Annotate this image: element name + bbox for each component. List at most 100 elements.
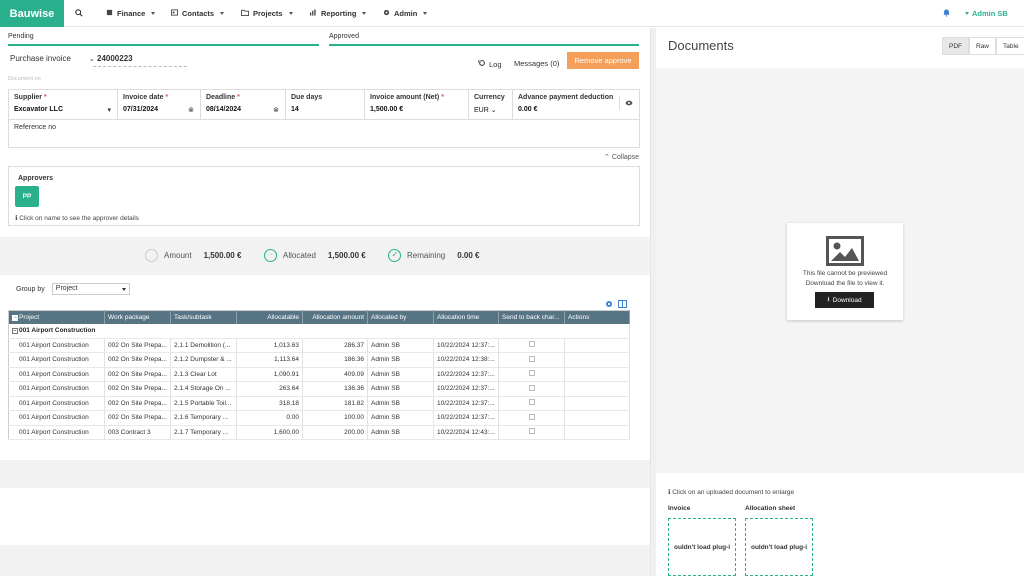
cell-project: 001 Airport Construction [8, 425, 105, 440]
nav-reporting-label: Reporting [321, 9, 357, 18]
cell-send-back [498, 410, 565, 426]
remove-approve-button[interactable]: Remove approve [567, 52, 639, 69]
col-task[interactable]: Task/subtask [170, 310, 237, 324]
send-back-checkbox[interactable] [528, 413, 535, 420]
cell-project: 001 Airport Construction [8, 352, 105, 368]
cell-project: 001 Airport Construction [8, 367, 105, 382]
chevron-down-icon [362, 12, 367, 15]
nav-projects[interactable]: Projects [241, 9, 293, 18]
table-row[interactable]: 001 Airport Construction 002 On Site Prep… [8, 410, 630, 426]
status-pending[interactable]: Pending [8, 33, 34, 40]
nav-contacts[interactable]: Contacts [171, 9, 225, 18]
reference-no-field[interactable]: Reference no [14, 124, 56, 131]
eye-icon[interactable] [619, 96, 637, 110]
invoice-number-underline [93, 66, 187, 67]
collapse-button[interactable]: ⌃ Collapse [604, 153, 639, 161]
download-label: Download [832, 296, 862, 304]
supplier-field[interactable]: Supplier * Excavator LLC ▾ [9, 90, 118, 120]
table-row[interactable]: 001 Airport Construction 003 Contract 3 2.… [8, 425, 630, 440]
columns-icon[interactable] [618, 300, 627, 310]
folder-icon [241, 9, 249, 18]
info-icon: ℹ [668, 489, 671, 496]
cell-allocation-time: 10/22/2024 12:37:... [433, 381, 499, 397]
send-back-checkbox[interactable] [528, 370, 535, 377]
col-actions[interactable]: Actions [564, 310, 630, 324]
collapse-group-icon[interactable]: − [12, 314, 18, 321]
gear-icon[interactable] [605, 300, 613, 310]
nav-reporting[interactable]: Reporting [309, 9, 367, 18]
col-project[interactable]: − Project [8, 310, 105, 324]
group-row[interactable]: −001 Airport Construction [8, 323, 630, 339]
send-back-checkbox[interactable] [528, 341, 535, 348]
document-type-select[interactable]: Purchase invoice ⌄ [10, 54, 95, 63]
col-work-package[interactable]: Work package [104, 310, 171, 324]
table-row[interactable]: 001 Airport Construction 002 On Site Prep… [8, 396, 630, 411]
due-days-field[interactable]: Due days 14 [286, 90, 365, 120]
cell-allocation-amount: 181.82 [302, 396, 368, 411]
status-approved[interactable]: Approved [329, 33, 359, 40]
log-button[interactable]: Log [478, 59, 502, 69]
search-icon[interactable] [75, 9, 83, 19]
user-menu[interactable]: Admin SB [963, 9, 1008, 18]
deadline-label: Deadline [206, 94, 236, 101]
col-send-back[interactable]: Send to back char... [498, 310, 565, 324]
cell-allocated-by: Admin SB [367, 425, 434, 440]
collapse-group-icon[interactable]: − [12, 328, 18, 334]
cell-work-package: 002 On Site Prepa... [104, 338, 171, 353]
send-back-checkbox[interactable] [528, 399, 535, 406]
cell-task: 2.1.7 Temporary ... [170, 425, 237, 440]
col-allocation-time[interactable]: Allocation time [433, 310, 499, 324]
file-preview-card: This file cannot be previewed Download t… [787, 223, 903, 320]
brand-logo[interactable]: Bauwise [0, 0, 64, 27]
calendar-icon[interactable]: ⊗ [273, 106, 279, 114]
view-pdf-button[interactable]: PDF [942, 37, 969, 55]
invoice-date-field[interactable]: Invoice date * 07/31/2024 ⊗ [118, 90, 201, 120]
view-raw-button[interactable]: Raw [969, 37, 997, 55]
view-mode-toggle: PDF Raw Table [942, 37, 1024, 55]
messages-button[interactable]: Messages (0) [514, 59, 559, 68]
invoice-amount-value: 1,500.00 € [370, 106, 404, 113]
col-allocated-by[interactable]: Allocated by [367, 310, 434, 324]
nav-finance[interactable]: Finance [106, 9, 156, 18]
cell-task: 2.1.4 Storage On ... [170, 381, 237, 397]
thumb-invoice[interactable]: ouldn't load plug-i [668, 518, 736, 576]
cell-allocation-amount: 100.00 [302, 410, 368, 426]
cell-actions [564, 367, 630, 382]
table-row[interactable]: 001 Airport Construction 002 On Site Prep… [8, 367, 630, 382]
history-icon [478, 59, 486, 69]
calendar-icon[interactable]: ⊗ [188, 106, 194, 114]
summary-allocated-label: Allocated [283, 251, 316, 260]
send-back-checkbox[interactable] [528, 428, 535, 435]
download-button[interactable]: ⭳ Download [815, 292, 874, 308]
send-back-checkbox[interactable] [528, 384, 535, 391]
col-allocation-amount[interactable]: Allocation amount [302, 310, 368, 324]
nav-admin[interactable]: Admin [383, 9, 428, 18]
view-table-button[interactable]: Table [996, 37, 1024, 55]
status-pending-bar [8, 44, 319, 46]
invoice-amount-field[interactable]: Invoice amount (Net) * 1,500.00 € [365, 90, 469, 120]
advance-payment-field[interactable]: Advance payment deduction 0.00 € [513, 90, 639, 120]
col-allocatable[interactable]: Allocatable [236, 310, 303, 324]
required-mark: * [237, 94, 240, 101]
documents-header: Documents PDF Raw Table [656, 28, 1024, 68]
cell-allocation-time: 10/22/2024 12:37:... [433, 396, 499, 411]
bell-icon[interactable] [943, 9, 950, 19]
thumb-allocation-sheet[interactable]: ouldn't load plug-i [745, 518, 813, 576]
supplier-value: Excavator LLC [14, 106, 64, 113]
invoice-form: Supplier * Excavator LLC ▾ Invoice date … [8, 89, 640, 148]
invoice-number[interactable]: 24000223 [97, 54, 133, 63]
send-back-checkbox[interactable] [528, 355, 535, 362]
table-row[interactable]: 001 Airport Construction 002 On Site Prep… [8, 338, 630, 353]
chevron-down-icon [288, 12, 293, 15]
table-row[interactable]: 001 Airport Construction 002 On Site Prep… [8, 381, 630, 397]
group-by-select[interactable]: Project [51, 283, 130, 295]
summary-remaining: ✓ Remaining 0.00 € [388, 249, 480, 262]
check-circle-icon: ✓ [388, 249, 401, 262]
required-mark: * [441, 94, 444, 101]
table-row[interactable]: 001 Airport Construction 002 On Site Prep… [8, 352, 630, 368]
deadline-field[interactable]: Deadline * 08/14/2024 ⊗ [201, 90, 286, 120]
cell-allocatable: 263.64 [236, 381, 303, 397]
approver-badge[interactable]: PP [15, 186, 39, 207]
currency-field[interactable]: Currency EUR ⌄ [469, 90, 513, 120]
cell-allocated-by: Admin SB [367, 367, 434, 382]
